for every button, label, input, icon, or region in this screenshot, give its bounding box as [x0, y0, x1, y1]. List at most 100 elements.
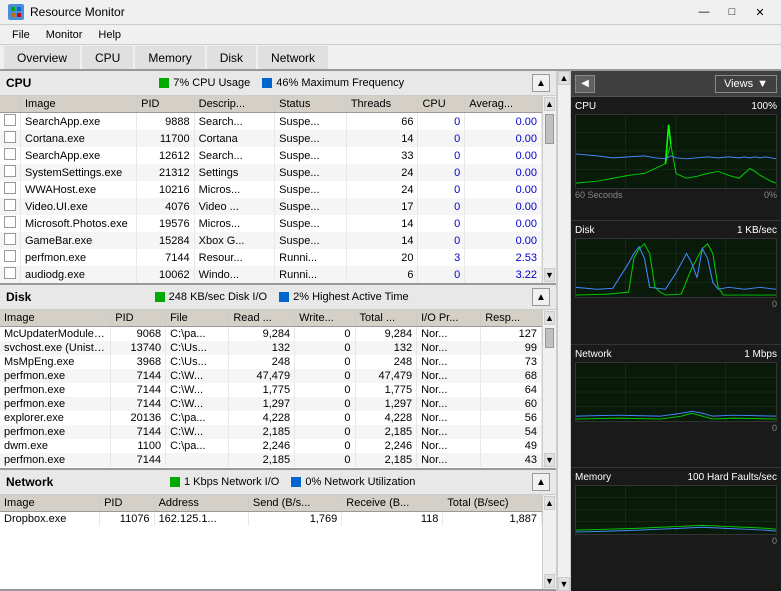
cpu-col-cpu[interactable]: CPU [418, 96, 465, 113]
minimize-button[interactable]: — [691, 2, 717, 22]
row-total: 132 [355, 341, 417, 355]
net-col-address[interactable]: Address [154, 495, 248, 512]
table-row[interactable]: perfmon.exe 7144 C:\W... 47,479 0 47,479… [0, 369, 542, 383]
network-graph-label: Network 1 Mbps [575, 349, 777, 360]
titlebar-left: Resource Monitor [8, 4, 125, 20]
tab-network[interactable]: Network [258, 46, 328, 69]
table-row[interactable]: SearchApp.exe 9888 Search... Suspe... 66… [0, 113, 542, 131]
menu-file[interactable]: File [4, 27, 38, 43]
table-row[interactable]: perfmon.exe 7144 C:\W... 2,185 0 2,185 N… [0, 425, 542, 439]
cpu-col-desc[interactable]: Descrip... [194, 96, 275, 113]
table-row[interactable]: perfmon.exe 7144 C:\W... 1,297 0 1,297 N… [0, 397, 542, 411]
row-cpu: 0 [418, 181, 465, 198]
row-checkbox[interactable] [0, 164, 21, 181]
row-file: C:\pa... [166, 327, 229, 342]
row-checkbox[interactable] [0, 249, 21, 266]
disk-col-image[interactable]: Image [0, 310, 111, 327]
table-row[interactable]: WWAHost.exe 10216 Micros... Suspe... 24 … [0, 181, 542, 198]
tab-disk[interactable]: Disk [207, 46, 256, 69]
disk-scrollbar[interactable]: ▲ ▼ [542, 310, 556, 468]
main-scrollbar[interactable]: ▲ ▼ [557, 71, 571, 591]
tab-memory[interactable]: Memory [135, 46, 204, 69]
disk-col-pid[interactable]: PID [111, 310, 166, 327]
row-iopri: Nor... [417, 341, 481, 355]
network-table: Image PID Address Send (B/s... Receive (… [0, 495, 542, 526]
row-resp: 68 [481, 369, 542, 383]
cpu-col-threads[interactable]: Threads [346, 96, 418, 113]
row-file: C:\Us... [166, 341, 229, 355]
disk-expand-button[interactable]: ▲ [532, 288, 550, 306]
table-row[interactable]: McUpdaterModule.exe 9068 C:\pa... 9,284 … [0, 327, 542, 342]
disk-col-write[interactable]: Write... [295, 310, 355, 327]
table-row[interactable]: perfmon.exe 7144 Resour... Runni... 20 3… [0, 249, 542, 266]
table-row[interactable]: SearchApp.exe 12612 Search... Suspe... 3… [0, 147, 542, 164]
row-checkbox[interactable] [0, 266, 21, 283]
table-row[interactable]: explorer.exe 20136 C:\pa... 4,228 0 4,22… [0, 411, 542, 425]
cpu-col-status[interactable]: Status [275, 96, 347, 113]
row-checkbox[interactable] [0, 130, 21, 147]
network-expand-button[interactable]: ▲ [532, 473, 550, 491]
menu-help[interactable]: Help [90, 27, 129, 43]
row-checkbox[interactable] [0, 215, 21, 232]
row-total: 9,284 [355, 327, 417, 342]
right-expand-button[interactable]: ◀ [575, 75, 595, 93]
row-checkbox[interactable] [0, 181, 21, 198]
table-row[interactable]: GameBar.exe 15284 Xbox G... Suspe... 14 … [0, 232, 542, 249]
row-threads: 33 [346, 147, 418, 164]
row-checkbox[interactable] [0, 113, 21, 131]
network-title: Network [6, 475, 53, 489]
row-checkbox[interactable] [0, 198, 21, 215]
disk-stat1: 248 KB/sec Disk I/O [155, 291, 267, 303]
table-row[interactable]: Microsoft.Photos.exe 19576 Micros... Sus… [0, 215, 542, 232]
net-col-receive[interactable]: Receive (B... [342, 495, 443, 512]
table-row[interactable]: audiodg.exe 10062 Windo... Runni... 6 0 … [0, 266, 542, 283]
row-checkbox[interactable] [0, 232, 21, 249]
close-button[interactable]: ✕ [747, 2, 773, 22]
table-row[interactable]: Cortana.exe 11700 Cortana Suspe... 14 0 … [0, 130, 542, 147]
row-read: 4,228 [229, 411, 295, 425]
tab-overview[interactable]: Overview [4, 46, 80, 69]
disk-col-resp[interactable]: Resp... [481, 310, 542, 327]
cpu-expand-button[interactable]: ▲ [532, 74, 550, 92]
table-row[interactable]: dwm.exe 1100 C:\pa... 2,246 0 2,246 Nor.… [0, 439, 542, 453]
cpu-col-check[interactable] [0, 96, 21, 113]
network-stat2-color [291, 477, 301, 487]
network-scrollbar[interactable]: ▲ ▼ [542, 495, 556, 589]
cpu-col-pid[interactable]: PID [137, 96, 194, 113]
disk-col-total[interactable]: Total ... [355, 310, 417, 327]
maximize-button[interactable]: □ [719, 2, 745, 22]
table-row[interactable]: SystemSettings.exe 21312 Settings Suspe.… [0, 164, 542, 181]
network-section-header: Network 1 Kbps Network I/O 0% Network Ut… [0, 470, 556, 495]
row-image: SystemSettings.exe [21, 164, 137, 181]
net-col-image[interactable]: Image [0, 495, 100, 512]
disk-col-file[interactable]: File [166, 310, 229, 327]
table-row[interactable]: perfmon.exe 7144 2,185 0 2,185 Nor... 43 [0, 453, 542, 467]
menu-monitor[interactable]: Monitor [38, 27, 91, 43]
row-image: Cortana.exe [21, 130, 137, 147]
cpu-title: CPU [6, 76, 31, 90]
row-resp: 54 [481, 425, 542, 439]
disk-col-read[interactable]: Read ... [229, 310, 295, 327]
tab-cpu[interactable]: CPU [82, 46, 133, 69]
cpu-stat2-text: 46% Maximum Frequency [276, 77, 404, 89]
views-button[interactable]: Views ▼ [715, 75, 777, 93]
disk-col-iopri[interactable]: I/O Pr... [417, 310, 481, 327]
row-write: 0 [295, 355, 355, 369]
row-image: Dropbox.exe [0, 512, 100, 527]
table-row[interactable]: MsMpEng.exe 3968 C:\Us... 248 0 248 Nor.… [0, 355, 542, 369]
row-checkbox[interactable] [0, 147, 21, 164]
net-col-send[interactable]: Send (B/s... [248, 495, 341, 512]
table-row[interactable]: svchost.exe (UnistackSvcGroup) 13740 C:\… [0, 341, 542, 355]
table-row[interactable]: perfmon.exe 7144 C:\W... 1,775 0 1,775 N… [0, 383, 542, 397]
row-image: MsMpEng.exe [0, 355, 111, 369]
cpu-scrollbar[interactable]: ▲ ▼ [542, 96, 556, 283]
table-row[interactable]: Video.UI.exe 4076 Video ... Suspe... 17 … [0, 198, 542, 215]
cpu-col-avg[interactable]: Averag... [465, 96, 542, 113]
cpu-col-image[interactable]: Image [21, 96, 137, 113]
row-total: 1,887 [443, 512, 542, 527]
row-resp: 127 [481, 327, 542, 342]
net-col-total[interactable]: Total (B/sec) [443, 495, 542, 512]
row-write: 0 [295, 341, 355, 355]
table-row[interactable]: Dropbox.exe 11076 162.125.1... 1,769 118… [0, 512, 542, 527]
net-col-pid[interactable]: PID [100, 495, 154, 512]
